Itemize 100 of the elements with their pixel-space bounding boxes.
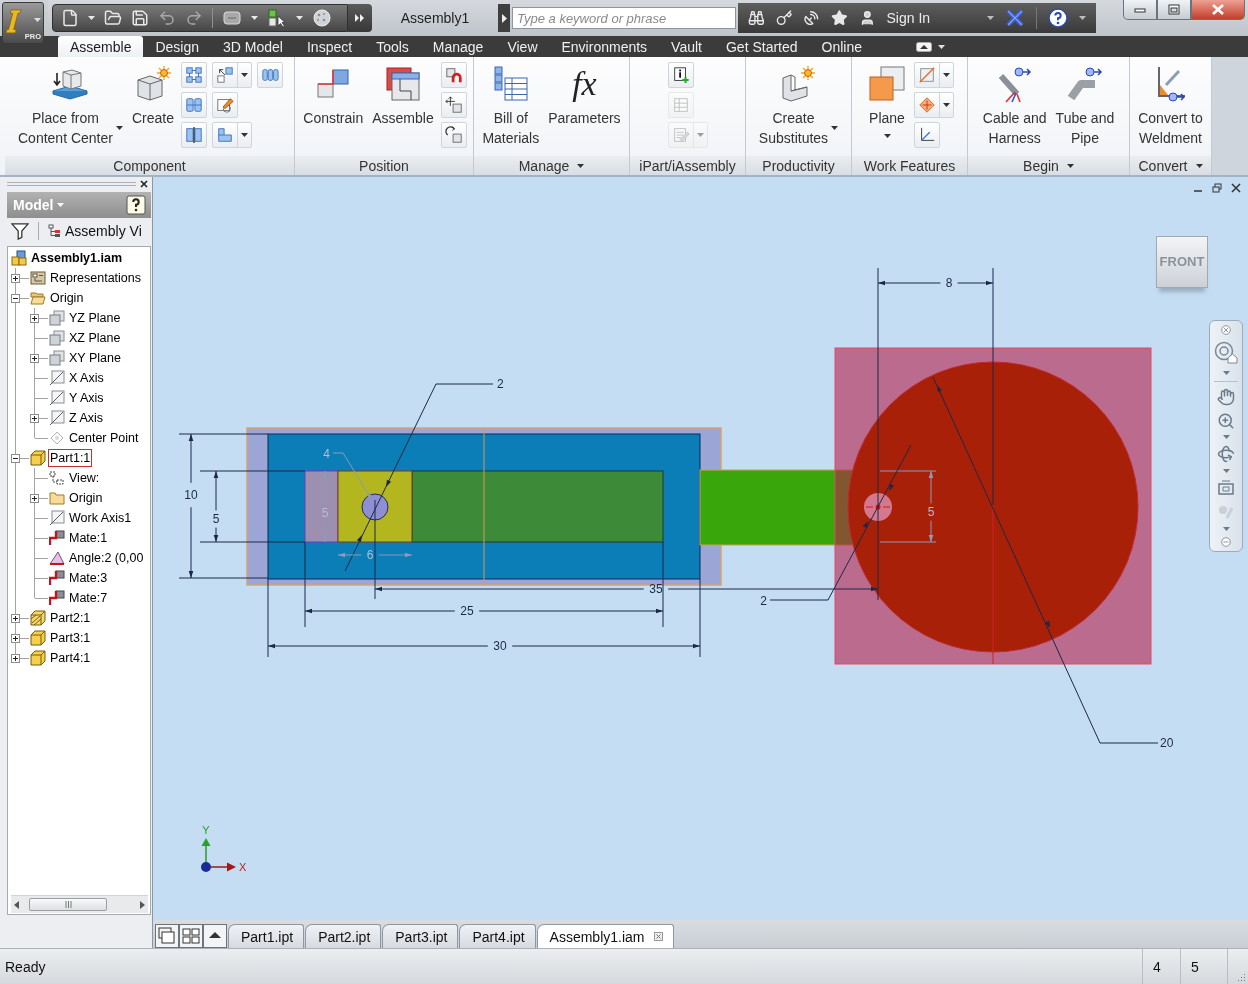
caret-icon[interactable] (987, 16, 995, 20)
tree-item[interactable]: Origin (67, 489, 105, 507)
binoculars-icon[interactable] (748, 9, 765, 27)
expand-icon[interactable] (11, 653, 20, 663)
tree-item[interactable]: Assembly1.iam (29, 249, 125, 267)
expand-icon[interactable] (30, 493, 39, 503)
open-folder-icon[interactable] (104, 9, 122, 27)
frame-icon[interactable] (1217, 479, 1235, 498)
satellite-dish-icon[interactable] (803, 9, 821, 27)
close-icon[interactable] (140, 180, 148, 188)
expand-icon[interactable] (30, 313, 39, 323)
expand-arrow-icon[interactable] (501, 13, 507, 23)
tree-item[interactable]: Angle:2 (0,00 (67, 549, 146, 567)
document-tab[interactable]: Part2.ipt (305, 924, 382, 948)
ribbon-tab[interactable]: Design (143, 36, 212, 57)
redo-icon[interactable] (185, 9, 203, 27)
ribbon-button[interactable]: Constrain (301, 62, 366, 128)
ribbon-tab[interactable]: Get Started (713, 36, 810, 57)
caret-icon[interactable] (1222, 370, 1230, 375)
collapse-icon[interactable] (11, 453, 20, 463)
tree-item[interactable]: Mate:1 (67, 529, 110, 547)
tile-windows-icon[interactable] (179, 924, 203, 948)
expand-icon[interactable] (11, 633, 20, 643)
double-chevron-icon[interactable] (355, 14, 365, 22)
tree-item[interactable]: X Axis (67, 369, 106, 387)
document-tab[interactable]: Assembly1.iam (536, 924, 675, 948)
caret-icon[interactable] (1079, 16, 1087, 20)
rounded-box-icon[interactable] (222, 8, 242, 28)
tree-item[interactable]: XZ Plane (67, 329, 123, 347)
tool-button[interactable] (440, 122, 467, 148)
panel-title[interactable]: Begin (968, 156, 1129, 175)
ribbon-toggle-icon[interactable] (916, 41, 933, 52)
ribbon-button[interactable]: Cable and Harness (980, 62, 1049, 148)
ribbon-tab[interactable]: Inspect (295, 36, 365, 57)
sign-in-link[interactable]: Sign In (886, 10, 931, 26)
tree-item[interactable]: Mate:3 (67, 569, 110, 587)
tree-item[interactable]: Origin (48, 289, 86, 307)
minus-circle-icon[interactable] (1221, 536, 1231, 547)
tree-item[interactable]: XY Plane (67, 349, 123, 367)
tree-item[interactable]: Work Axis1 (67, 509, 134, 527)
tree-item[interactable]: Part2:1 (48, 609, 93, 627)
new-document-icon[interactable] (61, 9, 79, 27)
minimize-button[interactable] (1123, 0, 1157, 20)
caret-icon[interactable] (296, 16, 303, 20)
sphere-icon[interactable] (312, 8, 332, 28)
search-field[interactable]: Type a keyword or phrase (512, 7, 736, 29)
caret-icon[interactable] (1222, 469, 1230, 474)
expand-icon[interactable] (30, 413, 39, 423)
collapse-icon[interactable] (11, 293, 20, 303)
ribbon-button[interactable]: Bill of Materials (480, 62, 542, 148)
tool-button[interactable] (440, 62, 467, 88)
ribbon-button[interactable]: Place from Content Center (16, 62, 125, 148)
ribbon-button[interactable]: Plane (865, 62, 909, 138)
tool-button[interactable] (181, 62, 207, 88)
tree-item[interactable]: Mate:7 (67, 589, 110, 607)
document-tab[interactable]: Part3.ipt (382, 924, 459, 948)
horizontal-scrollbar[interactable] (11, 895, 148, 913)
tool-button[interactable] (181, 122, 207, 148)
tree-item[interactable]: YZ Plane (67, 309, 123, 327)
tool-button[interactable] (914, 122, 940, 148)
ribbon-tab[interactable]: Online (809, 36, 875, 57)
tree-item[interactable]: Part3:1 (48, 629, 93, 647)
star-icon[interactable] (831, 9, 848, 27)
ribbon-tab[interactable]: Manage (420, 36, 496, 57)
tree-item[interactable]: Part4:1 (48, 649, 93, 667)
tool-button[interactable] (212, 92, 238, 118)
ribbon-button[interactable]: Convert to Weldment (1136, 62, 1205, 148)
tool-button[interactable] (667, 62, 694, 88)
scrollbar-thumb[interactable] (29, 898, 107, 911)
tool-button[interactable] (212, 62, 252, 88)
ribbon-tab[interactable]: Assemble (58, 36, 144, 57)
ribbon-button[interactable]: Assemble (370, 62, 436, 128)
caret-icon[interactable] (1222, 435, 1230, 440)
ribbon-tab[interactable]: Vault (659, 36, 714, 57)
caret-icon[interactable] (938, 44, 946, 49)
document-tab[interactable]: Part4.ipt (459, 924, 536, 948)
hand-icon[interactable] (1217, 387, 1235, 406)
right-arrow-icon[interactable] (140, 900, 145, 909)
view-menu[interactable]: Assembly Vi (48, 223, 142, 239)
tree-item[interactable]: Part1:1 (48, 449, 93, 467)
tree-item[interactable]: Representations (48, 269, 144, 287)
ribbon-button[interactable]: Tube and Pipe (1053, 62, 1117, 148)
restore-button[interactable] (1157, 0, 1191, 20)
zoom-icon[interactable] (1217, 411, 1235, 430)
ribbon-tab[interactable]: 3D Model (211, 36, 295, 57)
key-icon[interactable] (775, 9, 793, 27)
expand-icon[interactable] (11, 613, 20, 623)
caret-icon[interactable] (1222, 526, 1230, 531)
tree-item[interactable]: Y Axis (67, 389, 106, 407)
ribbon-button[interactable]: Create (129, 62, 176, 128)
panel-title[interactable]: Manage (474, 156, 629, 175)
tree-item[interactable]: View: (67, 469, 102, 487)
help-icon[interactable] (126, 195, 146, 215)
ribbon-tab[interactable]: Environments (549, 36, 660, 57)
undo-icon[interactable] (158, 9, 176, 27)
tree-item[interactable]: Center Point (67, 429, 141, 447)
save-icon[interactable] (131, 9, 149, 27)
ribbon-button[interactable]: fx Parameters (546, 62, 623, 128)
close-icon[interactable] (1231, 183, 1241, 193)
panel-title[interactable]: Convert (1130, 156, 1211, 175)
